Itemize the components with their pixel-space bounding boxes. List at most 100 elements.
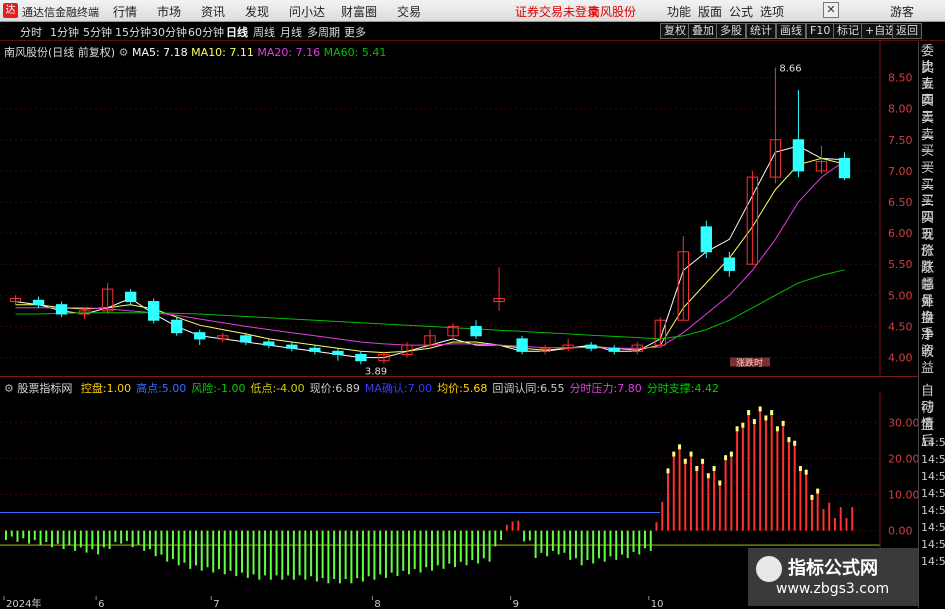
side-bottom-label-9[interactable]: 14:50 (921, 537, 945, 553)
candle-body (286, 344, 298, 349)
multi-stock-button[interactable]: 多股 (716, 23, 746, 39)
side-label-18[interactable]: 收益 (921, 345, 945, 377)
indicator-bar-cap (689, 451, 693, 457)
quote-side-panel: 委比 卖五 卖四 卖三 卖二 卖一 买一 买二 买三 买四 买五 现价 涨跌 涨幅 总量 外盘 换手 净资 收益 自动… (918, 42, 945, 608)
indicator-bar-cap (701, 458, 705, 464)
menu-item-formula[interactable]: 公式 (729, 3, 753, 20)
candle-body (55, 304, 68, 315)
app-title: 通达信金融终端 (22, 6, 99, 19)
side-bottom-label-5[interactable]: 14:50 (921, 469, 945, 485)
side-bottom-label-4[interactable]: 14:50 (921, 452, 945, 468)
menu-item-quotes[interactable]: 行情 (113, 3, 137, 20)
menu-item-fortune[interactable]: 财富圈 (341, 3, 377, 20)
tab-period-monthly[interactable]: 月线 (280, 24, 302, 40)
candle-body (124, 291, 137, 303)
tab-period-daily[interactable]: 日线 (226, 24, 248, 40)
ma-line-ma5 (15, 145, 845, 359)
tab-period-more[interactable]: 更多 (344, 24, 366, 40)
menu-item-news[interactable]: 资讯 (201, 3, 225, 20)
menu-item-function[interactable]: 功能 (667, 3, 691, 20)
f10-button[interactable]: F10 (806, 23, 835, 39)
candle-body (240, 335, 252, 343)
tab-period-weekly[interactable]: 周线 (253, 24, 275, 40)
candle-body (263, 341, 275, 346)
candle-body (355, 353, 367, 362)
stats-button[interactable]: 统计 (746, 23, 776, 39)
indicator-bar-cap (683, 458, 687, 464)
candle-body (700, 226, 713, 253)
mark-button[interactable]: 标记 (833, 23, 863, 39)
price-tick-label: 8.50 (888, 72, 913, 85)
candle-body (32, 299, 45, 306)
menu-item-options[interactable]: 选项 (760, 3, 784, 20)
indicator-bar-cap (810, 494, 814, 500)
side-bottom-label-10[interactable]: 14:50 (921, 554, 945, 570)
tab-period-multi[interactable]: 多周期 (307, 24, 340, 40)
candle-body (838, 157, 851, 179)
indicator-bar-cap (770, 410, 774, 416)
watermark-url: www.zbgs3.com (776, 581, 890, 597)
indicator-bar-cap (804, 469, 808, 475)
candle-body (585, 344, 597, 349)
indicator-bar-cap (678, 444, 682, 450)
price-tick-label: 4.00 (888, 352, 913, 365)
price-tick-label: 5.50 (888, 258, 913, 271)
menu-item-layout[interactable]: 版面 (698, 3, 722, 20)
candle-body (792, 139, 805, 172)
indicator-bar-cap (695, 466, 699, 472)
price-tick-label: 6.50 (888, 196, 913, 209)
candlestick-chart[interactable]: 8.50 8.00 7.50 7.00 6.50 6.00 5.50 5.00 4.50 4.00… (0, 40, 918, 375)
candle-body (171, 319, 183, 334)
price-tick-label: 7.00 (888, 165, 913, 178)
close-icon[interactable]: ✕ (823, 2, 839, 18)
side-bottom-label-7[interactable]: 14:50 (921, 503, 945, 519)
tab-period-15min[interactable]: 15分钟 (115, 24, 151, 40)
indicator-bar-cap (729, 451, 733, 457)
date-tick-label: 8 (374, 599, 380, 609)
high-price-annotation: 8.66 (779, 64, 801, 75)
date-tick-label: 2024年 (6, 597, 41, 609)
indicator-bar-cap (735, 426, 739, 432)
guest-button[interactable]: 游客 (890, 3, 914, 20)
side-bottom-label-3[interactable]: 14:50 (921, 435, 945, 451)
indicator-bar-cap (816, 488, 820, 494)
period-toolbar: 分时 1分钟 5分钟 15分钟 30分钟 60分钟 日线 周线 月线 多周期 更… (0, 22, 945, 41)
indicator-bar-cap (724, 455, 728, 461)
date-tick-label: 7 (213, 599, 219, 609)
indicator-bar-cap (666, 468, 670, 474)
tab-period-timeshare[interactable]: 分时 (20, 24, 42, 40)
price-tick-label: 6.00 (888, 227, 913, 240)
tab-period-5min[interactable]: 5分钟 (83, 24, 112, 40)
restore-rights-button[interactable]: 复权 (660, 23, 690, 39)
watermark-logo-icon (756, 556, 782, 582)
price-tick-label: 7.50 (888, 134, 913, 147)
indicator-tick-label: 20.00 (888, 452, 918, 465)
indicator-bar-cap (793, 440, 797, 446)
indicator-bar-cap (787, 437, 791, 443)
draw-line-button[interactable]: 画线 (776, 23, 806, 39)
menu-item-ask[interactable]: 问小达 (289, 3, 325, 20)
login-notice[interactable]: 证券交易未登录 (515, 3, 599, 20)
menu-item-market[interactable]: 市场 (157, 3, 181, 20)
tab-period-30min[interactable]: 30分钟 (151, 24, 187, 40)
menu-item-trade[interactable]: 交易 (397, 3, 421, 20)
side-bottom-label-6[interactable]: 14:50 (921, 486, 945, 502)
menu-item-discover[interactable]: 发现 (245, 3, 269, 20)
overlay-button[interactable]: 叠加 (688, 23, 718, 39)
watermark: 指标公式网 www.zbgs3.com (748, 548, 918, 606)
candle-body (608, 347, 620, 352)
indicator-bar-cap (672, 451, 676, 457)
price-tick-label: 4.50 (888, 320, 913, 333)
indicator-bar-cap (712, 466, 716, 472)
tab-period-1min[interactable]: 1分钟 (50, 24, 79, 40)
date-tick-label: 6 (98, 599, 104, 609)
tab-period-60min[interactable]: 60分钟 (188, 24, 224, 40)
side-bottom-label-8[interactable]: 14:50 (921, 520, 945, 536)
indicator-tick-label: 10.00 (888, 489, 918, 502)
back-button[interactable]: 返回 (892, 23, 922, 39)
candle-body (516, 338, 528, 352)
indicator-tick-label: 0.00 (888, 525, 913, 538)
candle-body (309, 347, 321, 352)
stock-name-menu: 南风股份 (588, 5, 637, 19)
pane-divider (0, 376, 918, 377)
